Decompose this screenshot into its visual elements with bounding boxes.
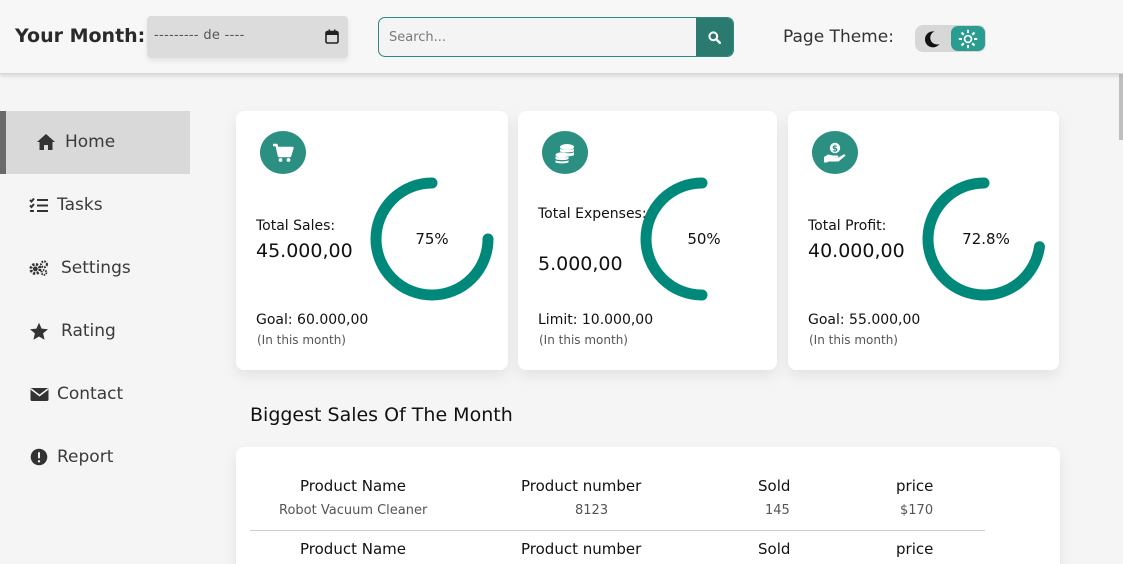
card-value: 40.000,00 [808, 240, 905, 262]
sidebar-item-label: Rating [61, 321, 116, 341]
sidebar-item-label: Contact [57, 384, 124, 404]
column-header-sold: Sold [758, 540, 791, 558]
column-header-product-number: Product number [521, 540, 642, 558]
sidebar-item-home[interactable]: Home [0, 111, 190, 174]
sales-card: Total Sales: 45.000,00 75% Goal: 60.000,… [236, 111, 508, 370]
search-icon [708, 30, 721, 44]
sidebar-item-report[interactable]: Report [0, 426, 190, 489]
card-goal: Goal: 55.000,00 [808, 312, 921, 328]
sidebar: Home Tasks Settings Rating Contact Repor… [0, 111, 190, 489]
theme-toggle[interactable] [915, 25, 986, 52]
card-note: (In this month) [539, 333, 628, 347]
sun-button[interactable] [951, 26, 985, 51]
svg-text:$: $ [832, 144, 838, 154]
moon-icon[interactable] [922, 29, 942, 49]
card-note: (In this month) [809, 333, 898, 347]
section-title: Biggest Sales Of The Month [250, 404, 513, 426]
sidebar-item-label: Tasks [57, 195, 103, 215]
hand-dollar-icon: $ [812, 131, 858, 174]
sidebar-item-label: Report [57, 447, 114, 467]
month-label: Your Month: [15, 25, 146, 47]
cell-price: $170 [900, 503, 934, 518]
card-title: Total Sales: [256, 218, 336, 234]
sidebar-item-label: Home [65, 132, 116, 152]
alert-icon [29, 447, 49, 467]
profit-card: $ Total Profit: 40.000,00 72.8% Goal: 55… [788, 111, 1059, 370]
tasks-icon [29, 195, 49, 215]
coins-icon [542, 131, 588, 174]
column-header-product-number: Product number [521, 477, 642, 495]
card-title: Total Expenses: [538, 206, 647, 222]
cell-sold: 145 [765, 503, 790, 518]
card-title: Total Profit: [808, 218, 887, 234]
top-bar: Your Month: --------- de ---- Page Theme… [0, 0, 1123, 74]
calendar-icon[interactable] [325, 29, 339, 44]
sun-icon [958, 29, 978, 48]
sidebar-item-contact[interactable]: Contact [0, 363, 190, 426]
envelope-icon [29, 384, 49, 404]
sidebar-item-tasks[interactable]: Tasks [0, 174, 190, 237]
column-header-price: price [896, 540, 934, 558]
progress-label: 75% [415, 230, 448, 248]
sidebar-item-settings[interactable]: Settings [0, 237, 190, 300]
search-button[interactable] [696, 18, 733, 56]
home-icon [36, 132, 56, 152]
card-note: (In this month) [257, 333, 346, 347]
gears-icon [29, 258, 49, 278]
progress-ring: 72.8% [922, 177, 1045, 301]
star-icon [29, 321, 49, 341]
sidebar-item-rating[interactable]: Rating [0, 300, 190, 363]
scrollbar[interactable] [1119, 74, 1123, 140]
month-picker[interactable]: --------- de ---- [147, 16, 348, 58]
expenses-card: Total Expenses: 5.000,00 50% Limit: 10.0… [518, 111, 777, 370]
cart-icon [260, 131, 306, 174]
cell-product-name: Robot Vacuum Cleaner [279, 503, 428, 518]
column-header-product-name: Product Name [300, 477, 406, 495]
search-input[interactable] [379, 18, 698, 56]
progress-label: 50% [687, 230, 720, 248]
row-divider [250, 530, 985, 531]
progress-ring: 75% [370, 177, 494, 301]
card-goal: Goal: 60.000,00 [256, 312, 369, 328]
column-header-price: price [896, 477, 934, 495]
sales-table: Product Name Product number Sold price R… [236, 447, 1060, 564]
sidebar-item-label: Settings [61, 258, 131, 278]
progress-ring: 50% [640, 177, 721, 301]
column-header-product-name: Product Name [300, 540, 406, 558]
progress-label: 72.8% [962, 230, 1010, 248]
card-limit: Limit: 10.000,00 [538, 312, 654, 328]
theme-label: Page Theme: [783, 27, 894, 47]
cell-product-number: 8123 [575, 503, 609, 518]
column-header-sold: Sold [758, 477, 791, 495]
search-bar [378, 17, 734, 57]
month-value: --------- de ---- [154, 28, 245, 43]
card-value: 5.000,00 [538, 253, 623, 275]
card-value: 45.000,00 [256, 240, 353, 262]
